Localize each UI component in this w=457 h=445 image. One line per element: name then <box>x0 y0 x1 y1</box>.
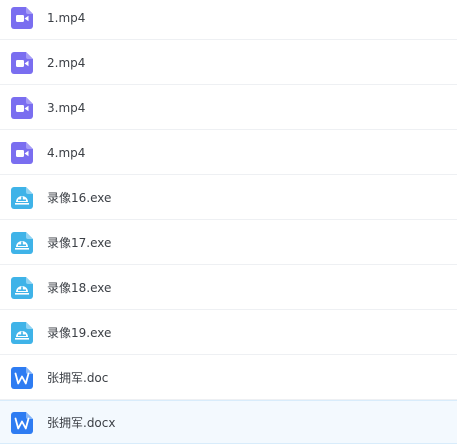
file-row[interactable]: 录像19.exe <box>0 311 457 355</box>
file-row[interactable]: 录像16.exe <box>0 176 457 220</box>
file-name: 1.mp4 <box>47 11 86 25</box>
file-name: 张拥军.docx <box>47 416 116 430</box>
file-row-selected[interactable]: 张拥军.docx <box>0 400 457 444</box>
file-row[interactable]: 1.mp4 <box>0 0 457 40</box>
file-row[interactable]: 4.mp4 <box>0 131 457 175</box>
video-file-icon <box>11 7 33 29</box>
video-file-icon <box>11 52 33 74</box>
file-name: 3.mp4 <box>47 101 86 115</box>
file-row[interactable]: 录像18.exe <box>0 266 457 310</box>
word-file-icon <box>11 412 33 434</box>
file-name: 张拥军.doc <box>47 371 109 385</box>
file-name: 2.mp4 <box>47 56 86 70</box>
file-row[interactable]: 录像17.exe <box>0 221 457 265</box>
file-row[interactable]: 张拥军.doc <box>0 356 457 400</box>
file-row[interactable]: 3.mp4 <box>0 86 457 130</box>
exe-file-icon <box>11 277 33 299</box>
file-row[interactable]: 2.mp4 <box>0 41 457 85</box>
file-name: 4.mp4 <box>47 146 86 160</box>
exe-file-icon <box>11 232 33 254</box>
exe-file-icon <box>11 187 33 209</box>
video-file-icon <box>11 97 33 119</box>
word-file-icon <box>11 367 33 389</box>
file-list: 1.mp4 2.mp4 3.mp4 4.mp4 录像16.exe 录像17.ex… <box>0 0 457 444</box>
file-name: 录像19.exe <box>47 326 112 340</box>
exe-file-icon <box>11 322 33 344</box>
video-file-icon <box>11 142 33 164</box>
file-name: 录像17.exe <box>47 236 112 250</box>
file-name: 录像18.exe <box>47 281 112 295</box>
file-name: 录像16.exe <box>47 191 112 205</box>
